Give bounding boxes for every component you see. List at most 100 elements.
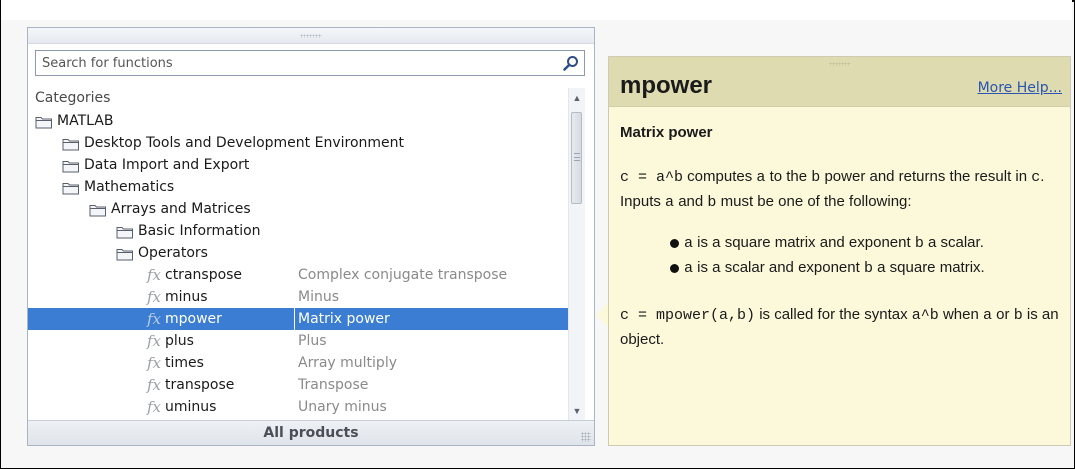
body-text: and <box>674 193 708 210</box>
function-description: Plus <box>298 333 327 349</box>
tree-item-label: Mathematics <box>84 179 175 195</box>
tree-item-label: MATLAB <box>57 113 114 129</box>
help-header: mpower More Help... <box>609 57 1070 107</box>
code-text: b <box>863 260 873 277</box>
tree-scrollbar[interactable]: ▲ ▼ <box>568 88 585 421</box>
thumb-grip-icon <box>574 153 580 161</box>
help-bullet: a is a scalar and exponent b a square ma… <box>670 256 1066 281</box>
window-top-strip <box>1 0 1072 20</box>
code-text: a <box>684 235 694 252</box>
help-paragraph-1: c = a^b computes a to the b power and re… <box>620 165 1066 215</box>
folder-open-icon <box>62 136 80 151</box>
tree-folder-row[interactable]: Data Import and Export <box>28 154 568 176</box>
tree-folder-row[interactable]: Mathematics <box>28 176 568 198</box>
body-text: a scalar. <box>923 234 984 251</box>
help-bullet-list: a is a square matrix and exponent b a sc… <box>670 231 1066 281</box>
body-text: is a square matrix and exponent <box>693 234 915 251</box>
folder-open-icon <box>62 158 80 173</box>
category-tree: Categories MATLAB Desktop Tools and Devel… <box>28 88 568 421</box>
tree-folder-row[interactable]: Arrays and Matrices <box>28 198 568 220</box>
function-description: Matrix power <box>294 308 390 330</box>
function-browser: Categories MATLAB Desktop Tools and Devel… <box>27 27 595 446</box>
grip-dots-icon[interactable] <box>828 62 851 66</box>
more-help-link[interactable]: More Help... <box>978 80 1062 96</box>
scroll-up-arrow-icon[interactable]: ▲ <box>569 90 585 106</box>
tree-item-label: Operators <box>138 245 208 261</box>
callout-pointer <box>596 303 608 327</box>
body-text: when <box>938 306 983 323</box>
function-description: Minus <box>298 289 340 305</box>
function-description: Transpose <box>298 377 369 393</box>
body-text: or <box>992 306 1014 323</box>
code-text: b <box>1013 307 1023 324</box>
function-row[interactable]: fx minus Minus <box>28 286 568 308</box>
body-text: is a scalar and exponent <box>693 259 864 276</box>
body-text: must be one of the following: <box>716 193 912 210</box>
code-text: a^b <box>911 307 939 324</box>
code-text: c = a^b <box>620 169 684 186</box>
search-input[interactable] <box>36 51 584 75</box>
body-text: is called for the syntax <box>755 306 912 323</box>
tree-item-label: Desktop Tools and Development Environmen… <box>84 135 405 151</box>
function-row[interactable]: fx uminus Unary minus <box>28 396 568 418</box>
folder-open-icon <box>116 224 134 239</box>
function-row[interactable]: fx plus Plus <box>28 330 568 352</box>
function-fx-icon: fx <box>147 288 162 306</box>
function-row[interactable]: fx mpower Matrix power <box>28 308 568 330</box>
function-description: Unary minus <box>298 399 387 415</box>
tree-item-label: Data Import and Export <box>84 157 250 173</box>
help-paragraph-2: c = mpower(a,b) is called for the syntax… <box>620 303 1066 352</box>
function-fx-icon: fx <box>147 266 162 284</box>
tree-item-label: Basic Information <box>138 223 261 239</box>
function-fx-icon: fx <box>147 310 162 328</box>
resize-grip-icon[interactable] <box>581 432 591 442</box>
help-bullet: a is a square matrix and exponent b a sc… <box>670 231 1066 256</box>
function-row[interactable]: fx ctranspose Complex conjugate transpose <box>28 264 568 286</box>
function-fx-icon: fx <box>147 376 162 394</box>
function-name: minus <box>165 289 208 305</box>
code-text: c <box>1031 169 1041 186</box>
folder-open-icon <box>116 246 134 261</box>
all-products-label: All products <box>263 425 359 441</box>
function-description: Array multiply <box>298 355 397 371</box>
folder-open-icon <box>62 180 80 195</box>
function-fx-icon: fx <box>147 354 162 372</box>
function-name: plus <box>165 333 194 349</box>
function-name: times <box>165 355 204 371</box>
tree-folder-row[interactable]: Desktop Tools and Development Environmen… <box>28 132 568 154</box>
code-text: a <box>684 260 694 277</box>
function-fx-icon: fx <box>147 332 162 350</box>
categories-header: Categories <box>35 90 111 106</box>
tree-item-label: Arrays and Matrices <box>111 201 251 217</box>
scroll-down-arrow-icon[interactable]: ▼ <box>569 403 585 419</box>
function-name: mpower <box>165 311 222 327</box>
code-text: b <box>914 235 924 252</box>
tree-folder-row[interactable]: Operators <box>28 242 568 264</box>
help-panel: mpower More Help... Matrix power c = a^b… <box>608 56 1071 446</box>
function-fx-icon: fx <box>147 398 162 416</box>
grip-dots-icon <box>300 34 322 38</box>
help-body: Matrix power c = a^b computes a to the b… <box>620 121 1066 368</box>
code-text: c = mpower(a,b) <box>620 307 756 324</box>
folder-open-icon <box>35 114 53 129</box>
function-row[interactable]: fx times Array multiply <box>28 352 568 374</box>
search-icon[interactable] <box>563 55 579 71</box>
code-text: b <box>811 169 821 186</box>
function-name: ctranspose <box>165 267 243 283</box>
help-subtitle: Matrix power <box>620 124 713 141</box>
body-text: power and returns the result in <box>820 168 1032 185</box>
body-text: computes <box>683 168 757 185</box>
scroll-thumb[interactable] <box>571 112 582 204</box>
tree-folder-row[interactable]: Basic Information <box>28 220 568 242</box>
browser-drag-handle[interactable] <box>28 28 594 44</box>
help-title: mpower <box>620 72 713 99</box>
function-row[interactable]: fx transpose Transpose <box>28 374 568 396</box>
body-text: a square matrix. <box>872 259 985 276</box>
tree-folder-row[interactable]: MATLAB <box>28 110 568 132</box>
folder-open-icon <box>89 202 107 217</box>
function-name: uminus <box>165 399 217 415</box>
function-name: transpose <box>165 377 235 393</box>
all-products-button[interactable]: All products <box>28 420 594 445</box>
search-box <box>35 50 585 76</box>
function-description: Complex conjugate transpose <box>298 267 508 283</box>
